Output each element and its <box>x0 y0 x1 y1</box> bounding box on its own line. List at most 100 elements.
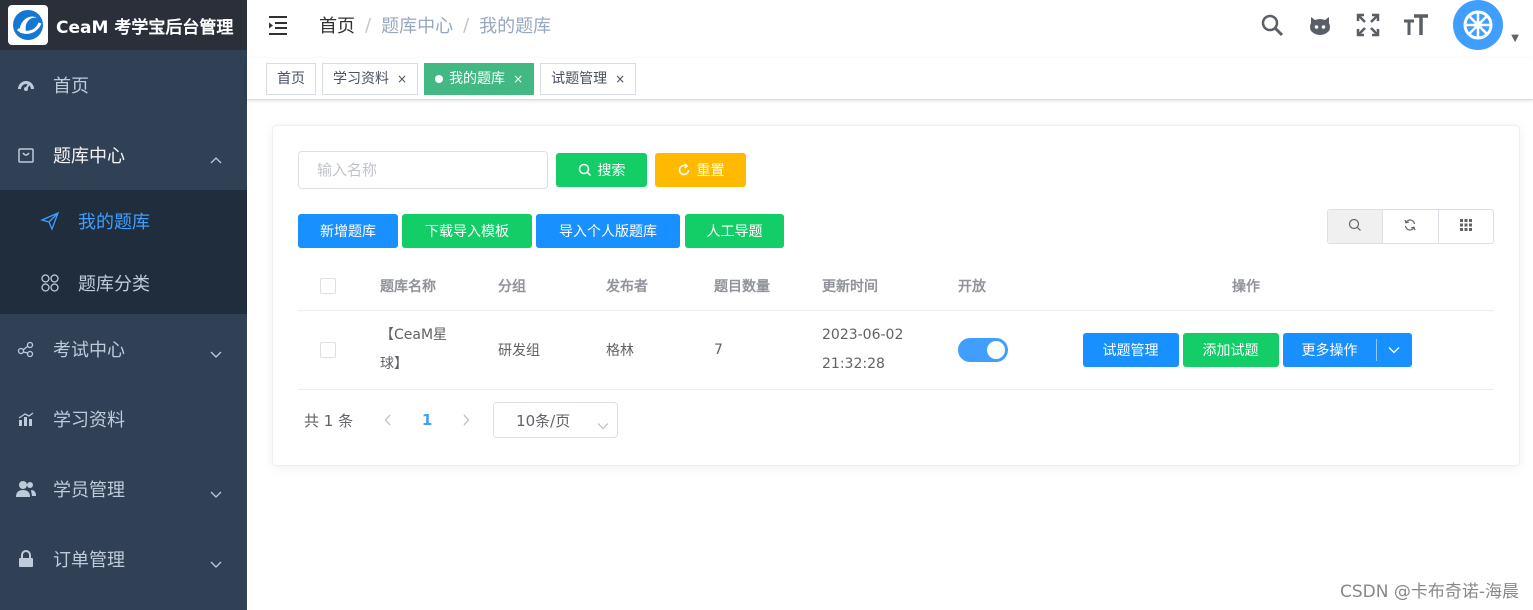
sidebar-item-bank-category[interactable]: 题库分类 <box>0 252 247 314</box>
close-icon[interactable]: × <box>615 64 625 94</box>
header-name: 题库名称 <box>380 278 436 295</box>
close-icon[interactable]: × <box>513 64 523 94</box>
grid-icon <box>1459 218 1472 235</box>
header-publisher: 发布者 <box>606 278 648 295</box>
name-search-input[interactable] <box>298 151 548 189</box>
cell-publisher: 格林 <box>606 343 634 359</box>
sidebar-item-question-bank[interactable]: 题库中心 <box>0 120 247 190</box>
page-number[interactable]: 1 <box>409 411 445 429</box>
sidebar-item-label: 题库中心 <box>53 146 125 167</box>
hamburger-icon[interactable] <box>267 13 291 37</box>
chevron-down-icon <box>209 343 223 364</box>
search-button-label: 搜索 <box>597 163 626 179</box>
pagination: 共 1 条 1 10条/页 <box>304 402 619 438</box>
tag-label: 我的题库 <box>449 70 506 87</box>
more-actions-button[interactable]: 更多操作 <box>1283 333 1376 367</box>
download-template-button[interactable]: 下载导入模板 <box>402 214 532 248</box>
pagination-total: 共 1 条 <box>304 411 354 430</box>
cell-date: 2023-06-02 <box>822 327 904 343</box>
sidebar-item-label: 考试中心 <box>53 340 125 361</box>
tag-my-bank[interactable]: 我的题库 × <box>424 62 535 95</box>
logo-icon <box>8 5 48 45</box>
app-title: CeaM 考学宝后台管理 <box>56 17 234 38</box>
open-toggle[interactable] <box>958 338 1008 362</box>
button-label: 更多操作 <box>1301 343 1358 359</box>
chevron-down-icon <box>597 416 609 434</box>
share-icon <box>16 339 36 359</box>
fullscreen-icon[interactable] <box>1355 12 1381 38</box>
button-label: 人工导题 <box>706 224 763 240</box>
tag-study-materials[interactable]: 学习资料 × <box>322 62 419 95</box>
breadcrumb-item[interactable]: 首页 <box>319 12 355 38</box>
main-card: 搜索 重置 新增题库 下载导入模板 导入个人版题库 人工导题 题库名称 分组 发… <box>272 125 1520 466</box>
columns-button[interactable] <box>1439 210 1493 243</box>
sidebar-item-exam-center[interactable]: 考试中心 <box>0 314 247 384</box>
sidebar-item-study-materials[interactable]: 学习资料 <box>0 384 247 454</box>
chevron-down-icon <box>209 483 223 504</box>
font-size-icon[interactable] <box>1403 12 1429 38</box>
toggle-knob <box>987 341 1005 359</box>
tag-label: 首页 <box>277 70 305 87</box>
search-button[interactable]: 搜索 <box>556 153 647 187</box>
caret-down-icon[interactable]: ▼ <box>1511 33 1519 44</box>
page-size-select[interactable]: 10条/页 <box>493 402 619 438</box>
cell-count: 7 <box>714 342 723 358</box>
navbar: 首页 / 题库中心 / 我的题库 ▼ <box>247 0 1533 50</box>
more-actions-dropdown: 更多操作 <box>1282 333 1412 367</box>
chevron-down-icon <box>209 553 223 574</box>
question-manage-button[interactable]: 试题管理 <box>1082 333 1179 367</box>
add-question-button[interactable]: 添加试题 <box>1182 333 1279 367</box>
send-icon <box>40 211 60 231</box>
avatar[interactable] <box>1453 0 1504 50</box>
header-group: 分组 <box>498 278 526 295</box>
breadcrumb-separator: / <box>463 14 470 36</box>
button-label: 导入个人版题库 <box>559 224 657 240</box>
chart-icon <box>16 409 36 429</box>
reset-button[interactable]: 重置 <box>655 153 746 187</box>
cell-ops: 试题管理 添加试题 更多操作 <box>998 333 1494 367</box>
tag-question-manage[interactable]: 试题管理 × <box>540 62 637 95</box>
select-all-checkbox[interactable] <box>320 277 336 294</box>
table-toolbar <box>1327 209 1494 244</box>
tag-home[interactable]: 首页 <box>266 62 316 95</box>
import-personal-bank-button[interactable]: 导入个人版题库 <box>536 214 680 248</box>
app-logo-bar[interactable]: CeaM 考学宝后台管理 <box>0 0 247 50</box>
add-bank-button[interactable]: 新增题库 <box>298 214 398 248</box>
sidebar: CeaM 考学宝后台管理 首页 题库中心 我的题库 题库分类 考试中心 学习资料… <box>0 0 247 610</box>
github-icon[interactable] <box>1307 12 1333 38</box>
sidebar-item-label: 首页 <box>53 76 89 97</box>
row-checkbox[interactable] <box>320 342 336 358</box>
close-icon[interactable]: × <box>397 64 407 94</box>
refresh-button[interactable] <box>1383 210 1439 243</box>
search-icon <box>1348 218 1362 236</box>
sidebar-item-label: 学员管理 <box>53 480 125 501</box>
button-label: 试题管理 <box>1102 343 1159 359</box>
cell-name-line: 【CeaM星 <box>380 327 448 343</box>
navbar-right: ▼ <box>1237 0 1519 50</box>
search-icon[interactable] <box>1259 12 1285 38</box>
cell-updated: 2023-06-02 21:32:28 <box>792 321 928 379</box>
sidebar-item-label: 订单管理 <box>53 550 125 571</box>
chevron-down-icon[interactable] <box>1375 339 1412 361</box>
bank-table: 题库名称 分组 发布者 题目数量 更新时间 开放 操作 【CeaM星 球】 研发… <box>298 261 1494 390</box>
manual-import-button[interactable]: 人工导题 <box>685 214 784 248</box>
header-updated: 更新时间 <box>822 278 878 295</box>
next-page-icon[interactable] <box>451 414 481 426</box>
table-row: 【CeaM星 球】 研发组 格林 7 2023-06-02 21:32:28 试… <box>298 311 1494 390</box>
watermark: CSDN @卡布奇诺-海晨 <box>1339 582 1519 602</box>
cell-name-line: 球】 <box>380 356 408 372</box>
button-label: 添加试题 <box>1202 343 1259 359</box>
refresh-icon <box>677 163 691 177</box>
sidebar-item-students[interactable]: 学员管理 <box>0 454 247 524</box>
sidebar-item-orders[interactable]: 订单管理 <box>0 524 247 594</box>
toggle-search-button[interactable] <box>1328 210 1384 243</box>
submenu-question-bank: 我的题库 题库分类 <box>0 190 247 314</box>
sidebar-item-home[interactable]: 首页 <box>0 50 247 120</box>
sidebar-item-label: 学习资料 <box>53 410 125 431</box>
sidebar-item-my-bank[interactable]: 我的题库 <box>0 190 247 252</box>
button-label: 下载导入模板 <box>425 224 509 240</box>
active-dot <box>435 74 444 83</box>
breadcrumb-item: 我的题库 <box>479 16 552 37</box>
breadcrumb-item: 题库中心 <box>381 16 454 37</box>
prev-page-icon[interactable] <box>373 414 403 426</box>
